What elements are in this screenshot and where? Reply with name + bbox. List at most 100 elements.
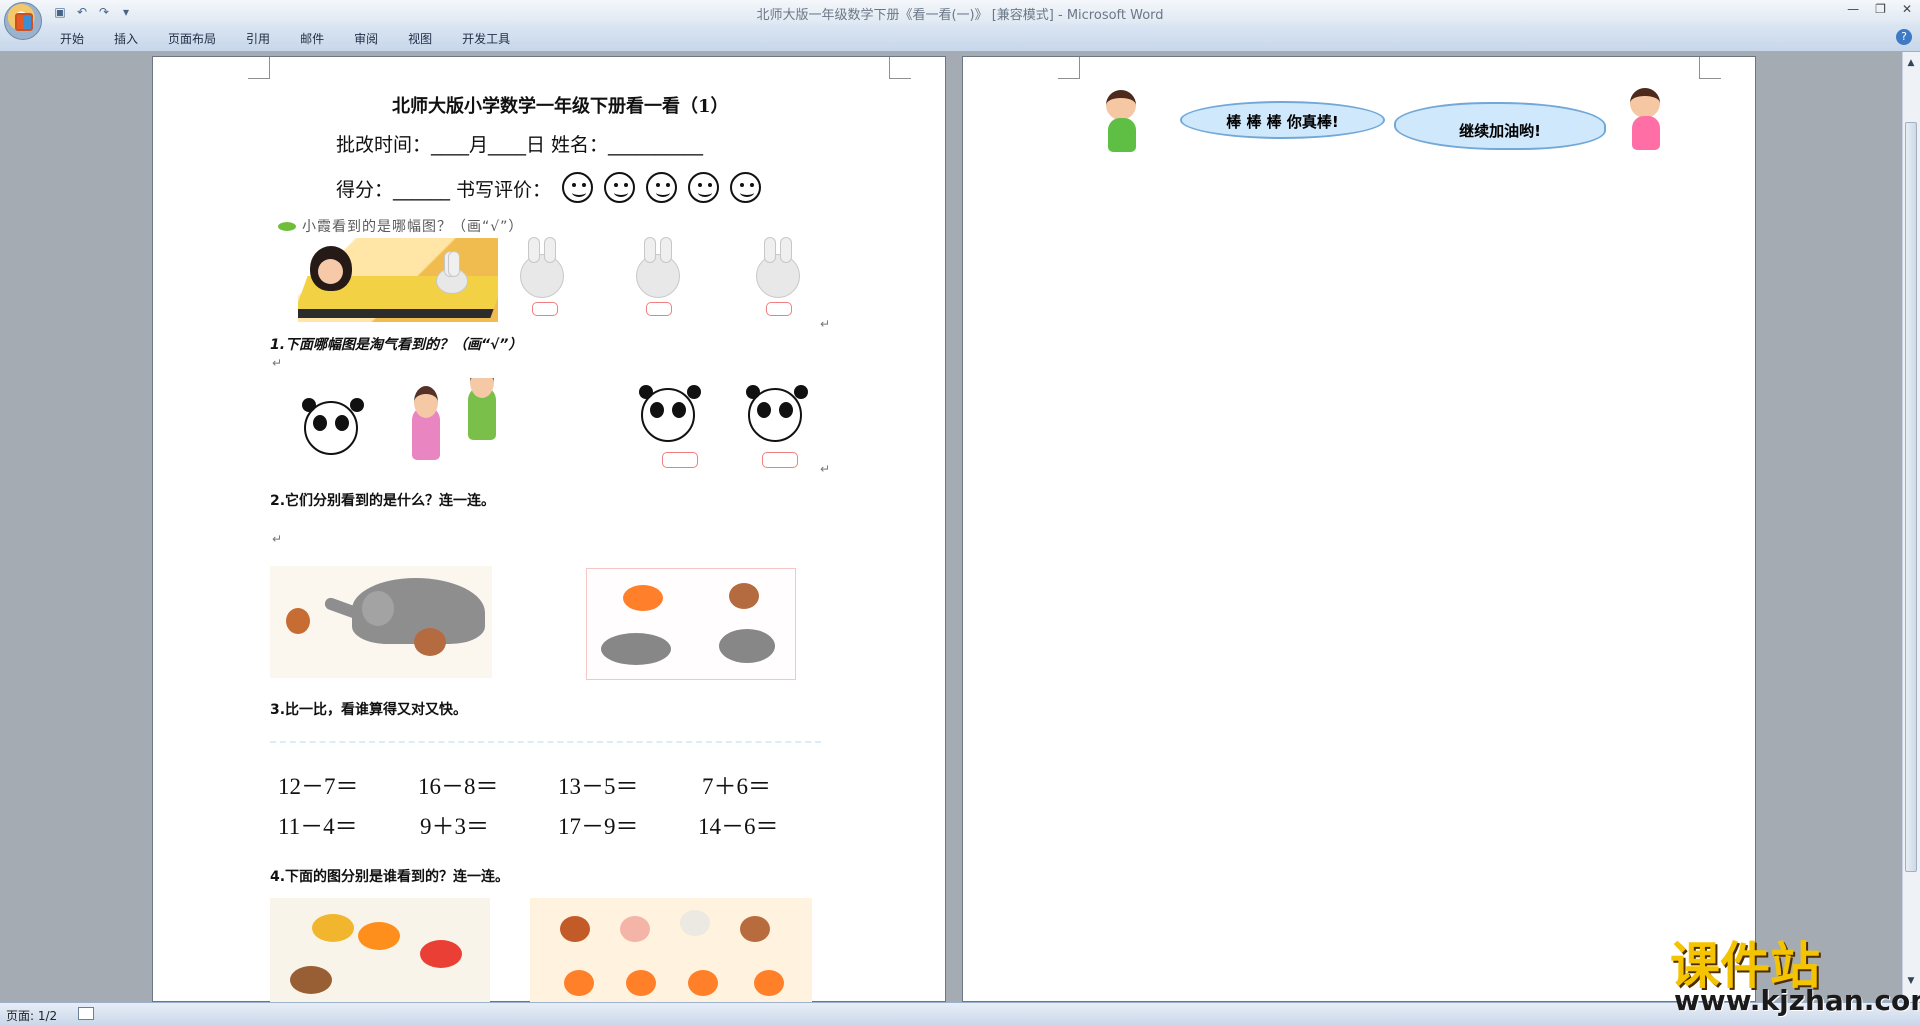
- document-title[interactable]: 北师大版小学数学一年级下册看一看（1）: [392, 92, 729, 118]
- girl-figure: [310, 246, 352, 291]
- math-problem[interactable]: 7＋6＝: [702, 767, 771, 801]
- tab-mailings[interactable]: 邮件: [300, 30, 324, 47]
- window-title: 北师大版一年级数学下册《看一看(一)》 [兼容模式] - Microsoft W…: [756, 8, 1164, 23]
- scroll-up-arrow-icon[interactable]: ▲: [1905, 58, 1917, 70]
- close-button[interactable]: ✕: [1902, 2, 1912, 16]
- math-problem[interactable]: 14－6＝: [698, 807, 779, 841]
- question-0-title[interactable]: 小霞看到的是哪幅图？（画“√”）: [278, 216, 523, 236]
- title-bar: ▣ ↶ ↷ ▾ 北师大版一年级数学下册《看一看(一)》 [兼容模式] - Mic…: [0, 0, 1920, 40]
- answer-box[interactable]: [762, 452, 798, 468]
- girl-cartoon-image[interactable]: [1620, 88, 1670, 154]
- smile-face-icon: [562, 172, 594, 203]
- toy-car-figure: [290, 966, 332, 994]
- office-button[interactable]: [4, 2, 42, 40]
- smile-face-icon: [730, 172, 762, 203]
- math-problem[interactable]: 16－8＝: [418, 767, 499, 801]
- paragraph-mark: ↵: [820, 317, 831, 331]
- green-bullet-icon: [278, 222, 296, 231]
- panda-figure: [302, 398, 358, 455]
- rabbit-side-view-image[interactable]: [756, 237, 800, 298]
- tab-references[interactable]: 引用: [246, 30, 270, 47]
- panda-back-view-image[interactable]: [639, 385, 695, 442]
- window-controls: — ❐ ✕: [1847, 2, 1912, 16]
- small-animal-figure: [286, 608, 310, 634]
- praise-speech-bubble[interactable]: 棒 棒 棒 你真棒!: [1180, 101, 1385, 139]
- panda-and-children-image[interactable]: [270, 378, 530, 470]
- girl-head: [1630, 88, 1660, 118]
- toy-car-figure: [420, 940, 462, 968]
- panda-side-view-image[interactable]: [746, 385, 802, 442]
- animal-figure: [564, 970, 594, 996]
- monkey-figure: [414, 628, 446, 656]
- tab-page-layout[interactable]: 页面布局: [168, 30, 216, 47]
- encouragement-speech-bubble[interactable]: 继续加油哟!: [1394, 102, 1606, 150]
- animal-views-image[interactable]: [530, 898, 812, 1002]
- boy-body: [1108, 118, 1136, 152]
- paragraph-mark: ↵: [820, 462, 831, 476]
- monkey-figure: [729, 583, 759, 609]
- elephant-back-figure: [719, 629, 775, 663]
- office-logo-icon: [15, 13, 33, 31]
- page-margin-corner: [889, 57, 911, 79]
- tab-insert[interactable]: 插入: [114, 30, 138, 47]
- paragraph-mark: ↵: [272, 532, 283, 546]
- boy-cartoon-image[interactable]: [1096, 90, 1146, 156]
- question-4-title[interactable]: 4.下面的图分别是谁看到的？连一连。: [270, 866, 509, 886]
- boy-figure: [468, 378, 496, 440]
- scrollbar-thumb[interactable]: [1905, 122, 1917, 872]
- ribbon-tab-bar: 开始 插入 页面布局 引用 邮件 审阅 视图 开发工具 ?: [0, 24, 1920, 52]
- minimize-button[interactable]: —: [1847, 2, 1859, 16]
- restore-button[interactable]: ❐: [1875, 2, 1886, 16]
- question-1-title[interactable]: 1.下面哪幅图是淘气看到的？（画“√”）: [270, 334, 522, 354]
- kjzhan-watermark: 课件站 www.kjzhan.com: [1670, 926, 1920, 1017]
- answer-box[interactable]: [766, 302, 792, 316]
- boy-head: [1106, 90, 1136, 120]
- smile-face-icon: [646, 172, 678, 203]
- page-margin-corner: [1699, 57, 1721, 79]
- tab-view[interactable]: 视图: [408, 30, 432, 47]
- girl-figure: [412, 386, 440, 460]
- rabbit-figure: [436, 251, 468, 294]
- rabbit-back-view-image[interactable]: [636, 237, 680, 298]
- status-bar: 页面: 1/2: [0, 1002, 1920, 1025]
- elephant-figure: [601, 633, 671, 665]
- matching-answer-frame[interactable]: [586, 568, 796, 680]
- page-margin-corner: [1058, 57, 1080, 79]
- correction-info-line[interactable]: 批改时间：____月____日 姓名：__________: [336, 130, 703, 157]
- math-problem[interactable]: 17－9＝: [558, 807, 639, 841]
- paragraph-mark: ↵: [272, 356, 283, 370]
- toy-car-figure: [358, 922, 400, 950]
- rabbit-figure: [680, 910, 710, 936]
- girl-looking-at-rabbit-image[interactable]: [298, 238, 498, 322]
- vertical-scrollbar[interactable]: ▲ ▼: [1902, 52, 1920, 1002]
- page-margin-corner: [248, 57, 270, 79]
- question-0-text: 小霞看到的是哪幅图？（画“√”）: [302, 219, 524, 235]
- answer-box[interactable]: [532, 302, 558, 316]
- animal-figure: [560, 916, 590, 942]
- ribbon-tabs: 开始 插入 页面布局 引用 邮件 审阅 视图 开发工具: [60, 30, 510, 47]
- tab-home[interactable]: 开始: [60, 30, 84, 47]
- answer-box[interactable]: [646, 302, 672, 316]
- animal-cars-image[interactable]: [270, 898, 490, 1002]
- rabbit-front-view-image[interactable]: [520, 237, 564, 298]
- math-problem[interactable]: 9＋3＝: [420, 807, 489, 841]
- page-count-status[interactable]: 页面: 1/2: [6, 1007, 57, 1024]
- tab-developer[interactable]: 开发工具: [462, 30, 510, 47]
- help-button[interactable]: ?: [1896, 29, 1912, 45]
- toy-car-figure: [312, 914, 354, 942]
- math-problem[interactable]: 11－4＝: [278, 807, 358, 841]
- score-line[interactable]: 得分：______ 书写评价：: [336, 172, 762, 203]
- math-problem[interactable]: 13－5＝: [558, 767, 639, 801]
- animal-figure: [754, 970, 784, 996]
- document-page-2[interactable]: [962, 56, 1756, 1002]
- question-3-title[interactable]: 3.比一比，看谁算得又对又快。: [270, 699, 467, 719]
- math-problem[interactable]: 12－7＝: [278, 767, 359, 801]
- proofing-status-icon[interactable]: [78, 1007, 94, 1020]
- monkey-figure: [740, 916, 770, 942]
- answer-box[interactable]: [662, 452, 698, 468]
- question-2-title[interactable]: 2.它们分别看到的是什么？连一连。: [270, 490, 495, 510]
- smile-face-icon: [604, 172, 636, 203]
- tab-review[interactable]: 审阅: [354, 30, 378, 47]
- smile-face-icon: [688, 172, 720, 203]
- math-exercise-grid[interactable]: 12－7＝ 16－8＝ 13－5＝ 7＋6＝ 11－4＝ 9＋3＝ 17－9＝ …: [270, 741, 821, 851]
